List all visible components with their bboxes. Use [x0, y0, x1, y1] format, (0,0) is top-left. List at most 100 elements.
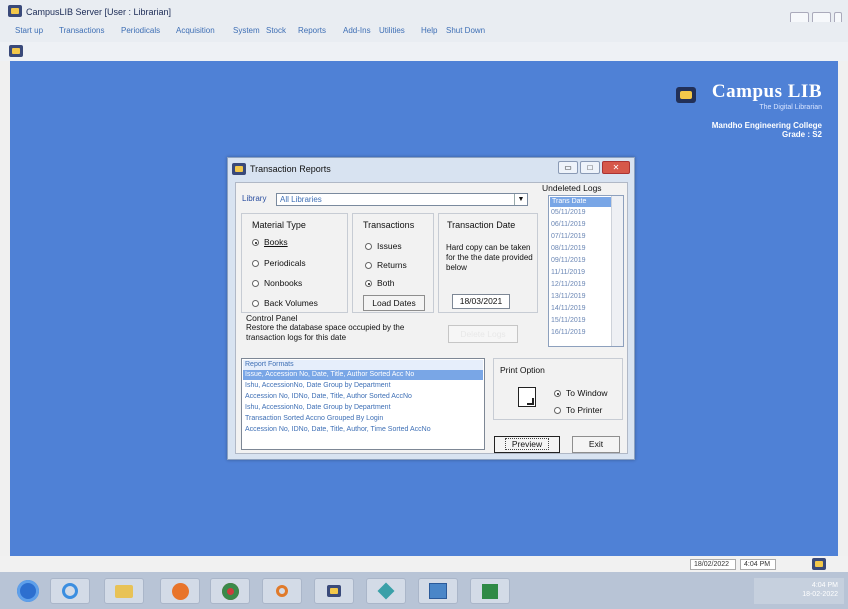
taskbar-explorer[interactable]: [104, 578, 144, 604]
list-item[interactable]: 09/11/2019: [551, 257, 586, 264]
report-format-item[interactable]: Ishu, AccessionNo, Date Group by Departm…: [245, 404, 391, 411]
transactions-group: Transactions Issues Returns Both Load Da…: [352, 213, 434, 313]
menu-reports[interactable]: Reports: [298, 26, 326, 35]
radio-selected-icon: [365, 280, 372, 287]
transaction-date-title: Transaction Date: [447, 220, 516, 230]
radio-selected-icon: [554, 390, 561, 397]
radio-nonbooks[interactable]: Nonbooks: [252, 278, 302, 288]
list-item[interactable]: 15/11/2019: [551, 317, 586, 324]
menu-system[interactable]: System: [233, 26, 260, 35]
start-button[interactable]: [8, 578, 48, 604]
radio-both[interactable]: Both: [365, 278, 395, 288]
load-dates-button[interactable]: Load Dates: [363, 295, 425, 311]
dialog-maximize-button[interactable]: □: [580, 161, 600, 174]
menu-help[interactable]: Help: [421, 26, 437, 35]
dialog-body: Library All Libraries ▼ Material Type Bo…: [235, 182, 628, 454]
radio-back-volumes[interactable]: Back Volumes: [252, 298, 318, 308]
status-campuslib-icon: [812, 558, 826, 570]
radio-unselected-icon: [365, 243, 372, 250]
list-item[interactable]: 05/11/2019: [551, 209, 586, 216]
dialog-titlebar: Transaction Reports ▭ □ ✕: [228, 158, 634, 180]
college-grade: Grade : S2: [781, 130, 822, 139]
radio-returns[interactable]: Returns: [365, 260, 407, 270]
chevron-down-icon[interactable]: ▼: [514, 194, 527, 205]
taskbar-app-orange[interactable]: [262, 578, 302, 604]
radio-books[interactable]: Books: [252, 237, 288, 247]
library-select[interactable]: All Libraries ▼: [276, 193, 528, 206]
radio-unselected-icon: [252, 260, 259, 267]
material-type-title: Material Type: [252, 220, 306, 230]
firefox-icon: [171, 582, 189, 600]
dialog-app-icon: [232, 163, 246, 175]
logs-scrollbar[interactable]: [611, 196, 623, 346]
list-item[interactable]: 11/11/2019: [551, 269, 585, 276]
brand-logo-icon: [676, 87, 696, 103]
report-format-item[interactable]: Ishu, AccessionNo, Date Group by Departm…: [245, 382, 391, 389]
taskbar-excel[interactable]: [470, 578, 510, 604]
menu-stock[interactable]: Stock: [266, 26, 286, 35]
report-format-item-selected[interactable]: Issue, Accession No, Date, Title, Author…: [243, 370, 483, 380]
brand-block: Campus LIB The Digital Librarian Mandho …: [712, 81, 822, 139]
list-item[interactable]: 14/11/2019: [551, 305, 586, 312]
report-format-item[interactable]: Accession No, IDNo, Date, Title, Author …: [245, 393, 412, 400]
report-format-item[interactable]: Transaction Sorted Accno Grouped By Logi…: [245, 415, 383, 422]
list-item[interactable]: 16/11/2019: [551, 329, 586, 336]
report-formats-list[interactable]: Report Formats Issue, Accession No, Date…: [241, 358, 485, 450]
report-format-item[interactable]: Accession No, IDNo, Date, Title, Author,…: [245, 426, 431, 433]
print-option-group: Print Option To Window To Printer: [493, 358, 623, 420]
control-panel-text: Restore the database space occupied by t…: [246, 323, 405, 342]
transaction-reports-dialog: Transaction Reports ▭ □ ✕ Library All Li…: [227, 157, 635, 460]
menu-periodicals[interactable]: Periodicals: [121, 26, 160, 35]
taskbar-main: 4:04 PM 18-02-2022: [0, 572, 848, 609]
taskbar-app-diamond[interactable]: [366, 578, 406, 604]
status-date: 18/02/2022: [690, 559, 736, 570]
brand-logo-text: Campus LIB: [711, 81, 822, 102]
print-option-title: Print Option: [500, 365, 545, 375]
tray-clock[interactable]: 4:04 PM 18-02-2022: [802, 581, 838, 599]
toolbar-home-icon[interactable]: [9, 45, 23, 57]
preview-button-label: Preview: [504, 438, 550, 450]
internet-explorer-icon: [62, 583, 78, 599]
app-circle-icon: [276, 585, 288, 597]
dialog-close-button[interactable]: ✕: [602, 161, 630, 174]
brand-tagline: The Digital Librarian: [759, 104, 822, 111]
list-item[interactable]: 06/11/2019: [551, 221, 586, 228]
delete-logs-button[interactable]: Delete Logs: [448, 325, 518, 343]
menu-acquisition[interactable]: Acquisition: [176, 26, 215, 35]
list-item[interactable]: 07/11/2019: [551, 233, 586, 240]
menu-shutdown[interactable]: Shut Down: [446, 26, 485, 35]
transaction-date-field[interactable]: 18/03/2021: [452, 294, 510, 309]
preview-button[interactable]: Preview: [494, 436, 560, 453]
radio-selected-icon: [252, 239, 259, 246]
radio-periodicals[interactable]: Periodicals: [252, 258, 306, 268]
taskbar-chrome[interactable]: [210, 578, 250, 604]
windows-start-icon: [17, 580, 39, 602]
list-item[interactable]: 08/11/2019: [551, 245, 586, 252]
folder-icon: [115, 584, 133, 598]
menu-addins[interactable]: Add-Ins: [343, 26, 371, 35]
college-name: Mandho Engineering College: [711, 121, 822, 130]
undeleted-logs-list[interactable]: Trans Date 05/11/2019 06/11/2019 07/11/2…: [548, 195, 624, 347]
menu-utilities[interactable]: Utilities: [379, 26, 405, 35]
taskbar-ie[interactable]: [50, 578, 90, 604]
radio-to-window[interactable]: To Window: [554, 388, 608, 398]
transaction-date-note: Hard copy can be taken for the the date …: [446, 243, 533, 272]
menu-transactions[interactable]: Transactions: [59, 26, 105, 35]
radio-issues[interactable]: Issues: [365, 241, 402, 251]
list-item[interactable]: 13/11/2019: [551, 293, 586, 300]
diamond-app-icon: [377, 582, 395, 600]
status-time: 4:04 PM: [740, 559, 776, 570]
taskbar-firefox[interactable]: [160, 578, 200, 604]
logs-column-header: Trans Date: [550, 197, 612, 207]
material-type-group: Material Type Books Periodicals Nonbooks…: [241, 213, 348, 313]
list-item[interactable]: 12/11/2019: [551, 281, 586, 288]
taskbar-app-window[interactable]: [418, 578, 458, 604]
taskbar-campuslib[interactable]: [314, 578, 354, 604]
menu-startup[interactable]: Start up: [15, 26, 43, 35]
radio-to-printer[interactable]: To Printer: [554, 405, 602, 415]
radio-unselected-icon: [554, 407, 561, 414]
exit-button[interactable]: Exit: [572, 436, 620, 453]
system-tray: 4:04 PM 18-02-2022: [754, 578, 844, 604]
print-preview-icon: [518, 387, 536, 407]
dialog-minimize-button[interactable]: ▭: [558, 161, 578, 174]
